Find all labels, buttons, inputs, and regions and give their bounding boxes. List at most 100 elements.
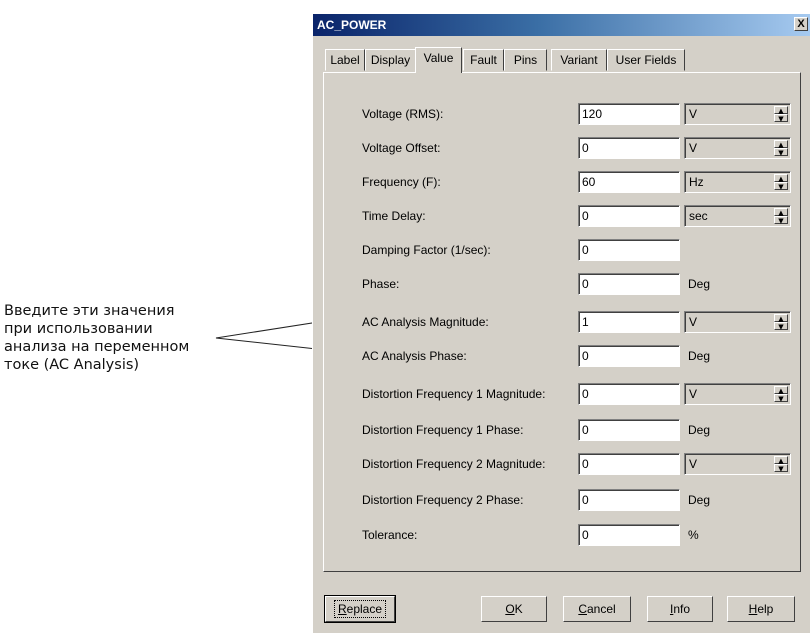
spin-buttons[interactable]: ▲ ▼ <box>774 106 788 123</box>
unit-value: sec <box>689 209 708 223</box>
tab-display[interactable]: Display <box>365 49 416 71</box>
unit-spinner[interactable]: V ▲ ▼ <box>684 103 791 125</box>
ok-accelerator: O <box>505 602 515 616</box>
value-input[interactable]: 120 <box>578 103 680 125</box>
spin-down-icon[interactable]: ▼ <box>774 464 788 473</box>
field-label: Voltage (RMS): <box>362 107 444 121</box>
replace-button-label: Replace <box>333 600 387 618</box>
spin-buttons[interactable]: ▲ ▼ <box>774 140 788 157</box>
spin-up-icon[interactable]: ▲ <box>774 456 788 465</box>
spin-up-icon[interactable]: ▲ <box>774 208 788 217</box>
spin-up-icon[interactable]: ▲ <box>774 386 788 395</box>
field-label: Distortion Frequency 1 Phase: <box>362 423 524 437</box>
value-input[interactable]: 0 <box>578 419 680 441</box>
spin-down-icon[interactable]: ▼ <box>774 148 788 157</box>
spin-down-icon[interactable]: ▼ <box>774 182 788 191</box>
spin-down-icon[interactable]: ▼ <box>774 394 788 403</box>
field-row: Tolerance: 0 % <box>324 524 802 548</box>
value-input[interactable]: 0 <box>578 345 680 367</box>
annotation-line: Введите эти значения <box>4 303 175 319</box>
field-label: Distortion Frequency 2 Phase: <box>362 493 524 507</box>
unit-spinner[interactable]: V ▲ ▼ <box>684 311 791 333</box>
spin-down-icon[interactable]: ▼ <box>774 322 788 331</box>
help-button[interactable]: Help <box>727 596 795 622</box>
cancel-accelerator: C <box>578 602 587 616</box>
tab-label[interactable]: Label <box>325 49 365 71</box>
annotation-note: Введите эти значения при использовании а… <box>4 302 254 374</box>
field-row: Distortion Frequency 1 Phase: 0 Deg <box>324 419 802 443</box>
unit-label: Deg <box>688 493 711 507</box>
spin-down-icon[interactable]: ▼ <box>774 216 788 225</box>
field-row: Frequency (F): 60 Hz ▲ ▼ <box>324 171 802 195</box>
annotation-line: при использовании <box>4 321 153 337</box>
info-button[interactable]: Info <box>647 596 713 622</box>
help-rest: elp <box>757 602 774 616</box>
value-input[interactable]: 0 <box>578 205 680 227</box>
ac-power-dialog: AC_POWER X Label Display Value Fault Pin… <box>312 13 810 633</box>
spin-down-icon[interactable]: ▼ <box>774 114 788 123</box>
field-row: Distortion Frequency 2 Phase: 0 Deg <box>324 489 802 513</box>
unit-label: Deg <box>688 277 711 291</box>
value-input[interactable]: 0 <box>578 273 680 295</box>
tab-pins[interactable]: Pins <box>504 49 547 71</box>
spin-buttons[interactable]: ▲ ▼ <box>774 208 788 225</box>
unit-value: V <box>689 387 698 401</box>
unit-spinner[interactable]: V ▲ ▼ <box>684 137 791 159</box>
field-label: AC Analysis Magnitude: <box>362 315 489 329</box>
spin-buttons[interactable]: ▲ ▼ <box>774 174 788 191</box>
unit-value: V <box>689 141 698 155</box>
spin-buttons[interactable]: ▲ ▼ <box>774 456 788 473</box>
unit-label: % <box>688 528 699 542</box>
title-bar[interactable]: AC_POWER X <box>313 14 810 36</box>
field-label: Tolerance: <box>362 528 418 542</box>
unit-spinner[interactable]: V ▲ ▼ <box>684 453 791 475</box>
cancel-button[interactable]: Cancel <box>563 596 631 622</box>
field-row: Distortion Frequency 2 Magnitude: 0 V ▲ ▼ <box>324 453 802 477</box>
unit-spinner[interactable]: V ▲ ▼ <box>684 383 791 405</box>
ok-rest: K <box>514 602 523 616</box>
field-label: Phase: <box>362 277 400 291</box>
value-input[interactable]: 0 <box>578 489 680 511</box>
unit-label: Deg <box>688 423 711 437</box>
tab-value[interactable]: Value <box>415 47 462 73</box>
field-row: AC Analysis Magnitude: 1 V ▲ ▼ <box>324 311 802 335</box>
field-label: Frequency (F): <box>362 175 441 189</box>
field-row: AC Analysis Phase: 0 Deg <box>324 345 802 369</box>
dialog-title: AC_POWER <box>317 18 387 32</box>
value-input[interactable]: 0 <box>578 137 680 159</box>
value-input[interactable]: 0 <box>578 383 680 405</box>
field-label: Voltage Offset: <box>362 141 441 155</box>
tab-fault[interactable]: Fault <box>463 49 504 71</box>
value-panel: Voltage (RMS): 120 V ▲ ▼ Voltage Offset: … <box>323 72 801 572</box>
field-label: Distortion Frequency 2 Magnitude: <box>362 457 546 471</box>
value-input[interactable]: 1 <box>578 311 680 333</box>
close-button[interactable]: X <box>794 17 808 31</box>
spin-up-icon[interactable]: ▲ <box>774 314 788 323</box>
field-label: Damping Factor (1/sec): <box>362 243 491 257</box>
tab-variant[interactable]: Variant <box>551 49 607 71</box>
unit-value: V <box>689 107 698 121</box>
replace-button[interactable]: Replace <box>324 595 396 623</box>
spin-up-icon[interactable]: ▲ <box>774 106 788 115</box>
unit-spinner[interactable]: sec ▲ ▼ <box>684 205 791 227</box>
field-row: Phase: 0 Deg <box>324 273 802 297</box>
field-row: Voltage Offset: 0 V ▲ ▼ <box>324 137 802 161</box>
spin-buttons[interactable]: ▲ ▼ <box>774 386 788 403</box>
ok-button[interactable]: OK <box>481 596 547 622</box>
value-input[interactable]: 0 <box>578 524 680 546</box>
unit-spinner[interactable]: Hz ▲ ▼ <box>684 171 791 193</box>
field-label: AC Analysis Phase: <box>362 349 467 363</box>
value-input[interactable]: 0 <box>578 239 680 261</box>
field-row: Damping Factor (1/sec): 0 <box>324 239 802 263</box>
spin-up-icon[interactable]: ▲ <box>774 174 788 183</box>
unit-value: V <box>689 315 698 329</box>
field-label: Distortion Frequency 1 Magnitude: <box>362 387 546 401</box>
replace-rest: eplace <box>346 602 383 616</box>
value-input[interactable]: 60 <box>578 171 680 193</box>
unit-value: Hz <box>689 175 704 189</box>
tab-user-fields[interactable]: User Fields <box>607 49 685 71</box>
value-input[interactable]: 0 <box>578 453 680 475</box>
field-row: Distortion Frequency 1 Magnitude: 0 V ▲ ▼ <box>324 383 802 407</box>
spin-buttons[interactable]: ▲ ▼ <box>774 314 788 331</box>
spin-up-icon[interactable]: ▲ <box>774 140 788 149</box>
